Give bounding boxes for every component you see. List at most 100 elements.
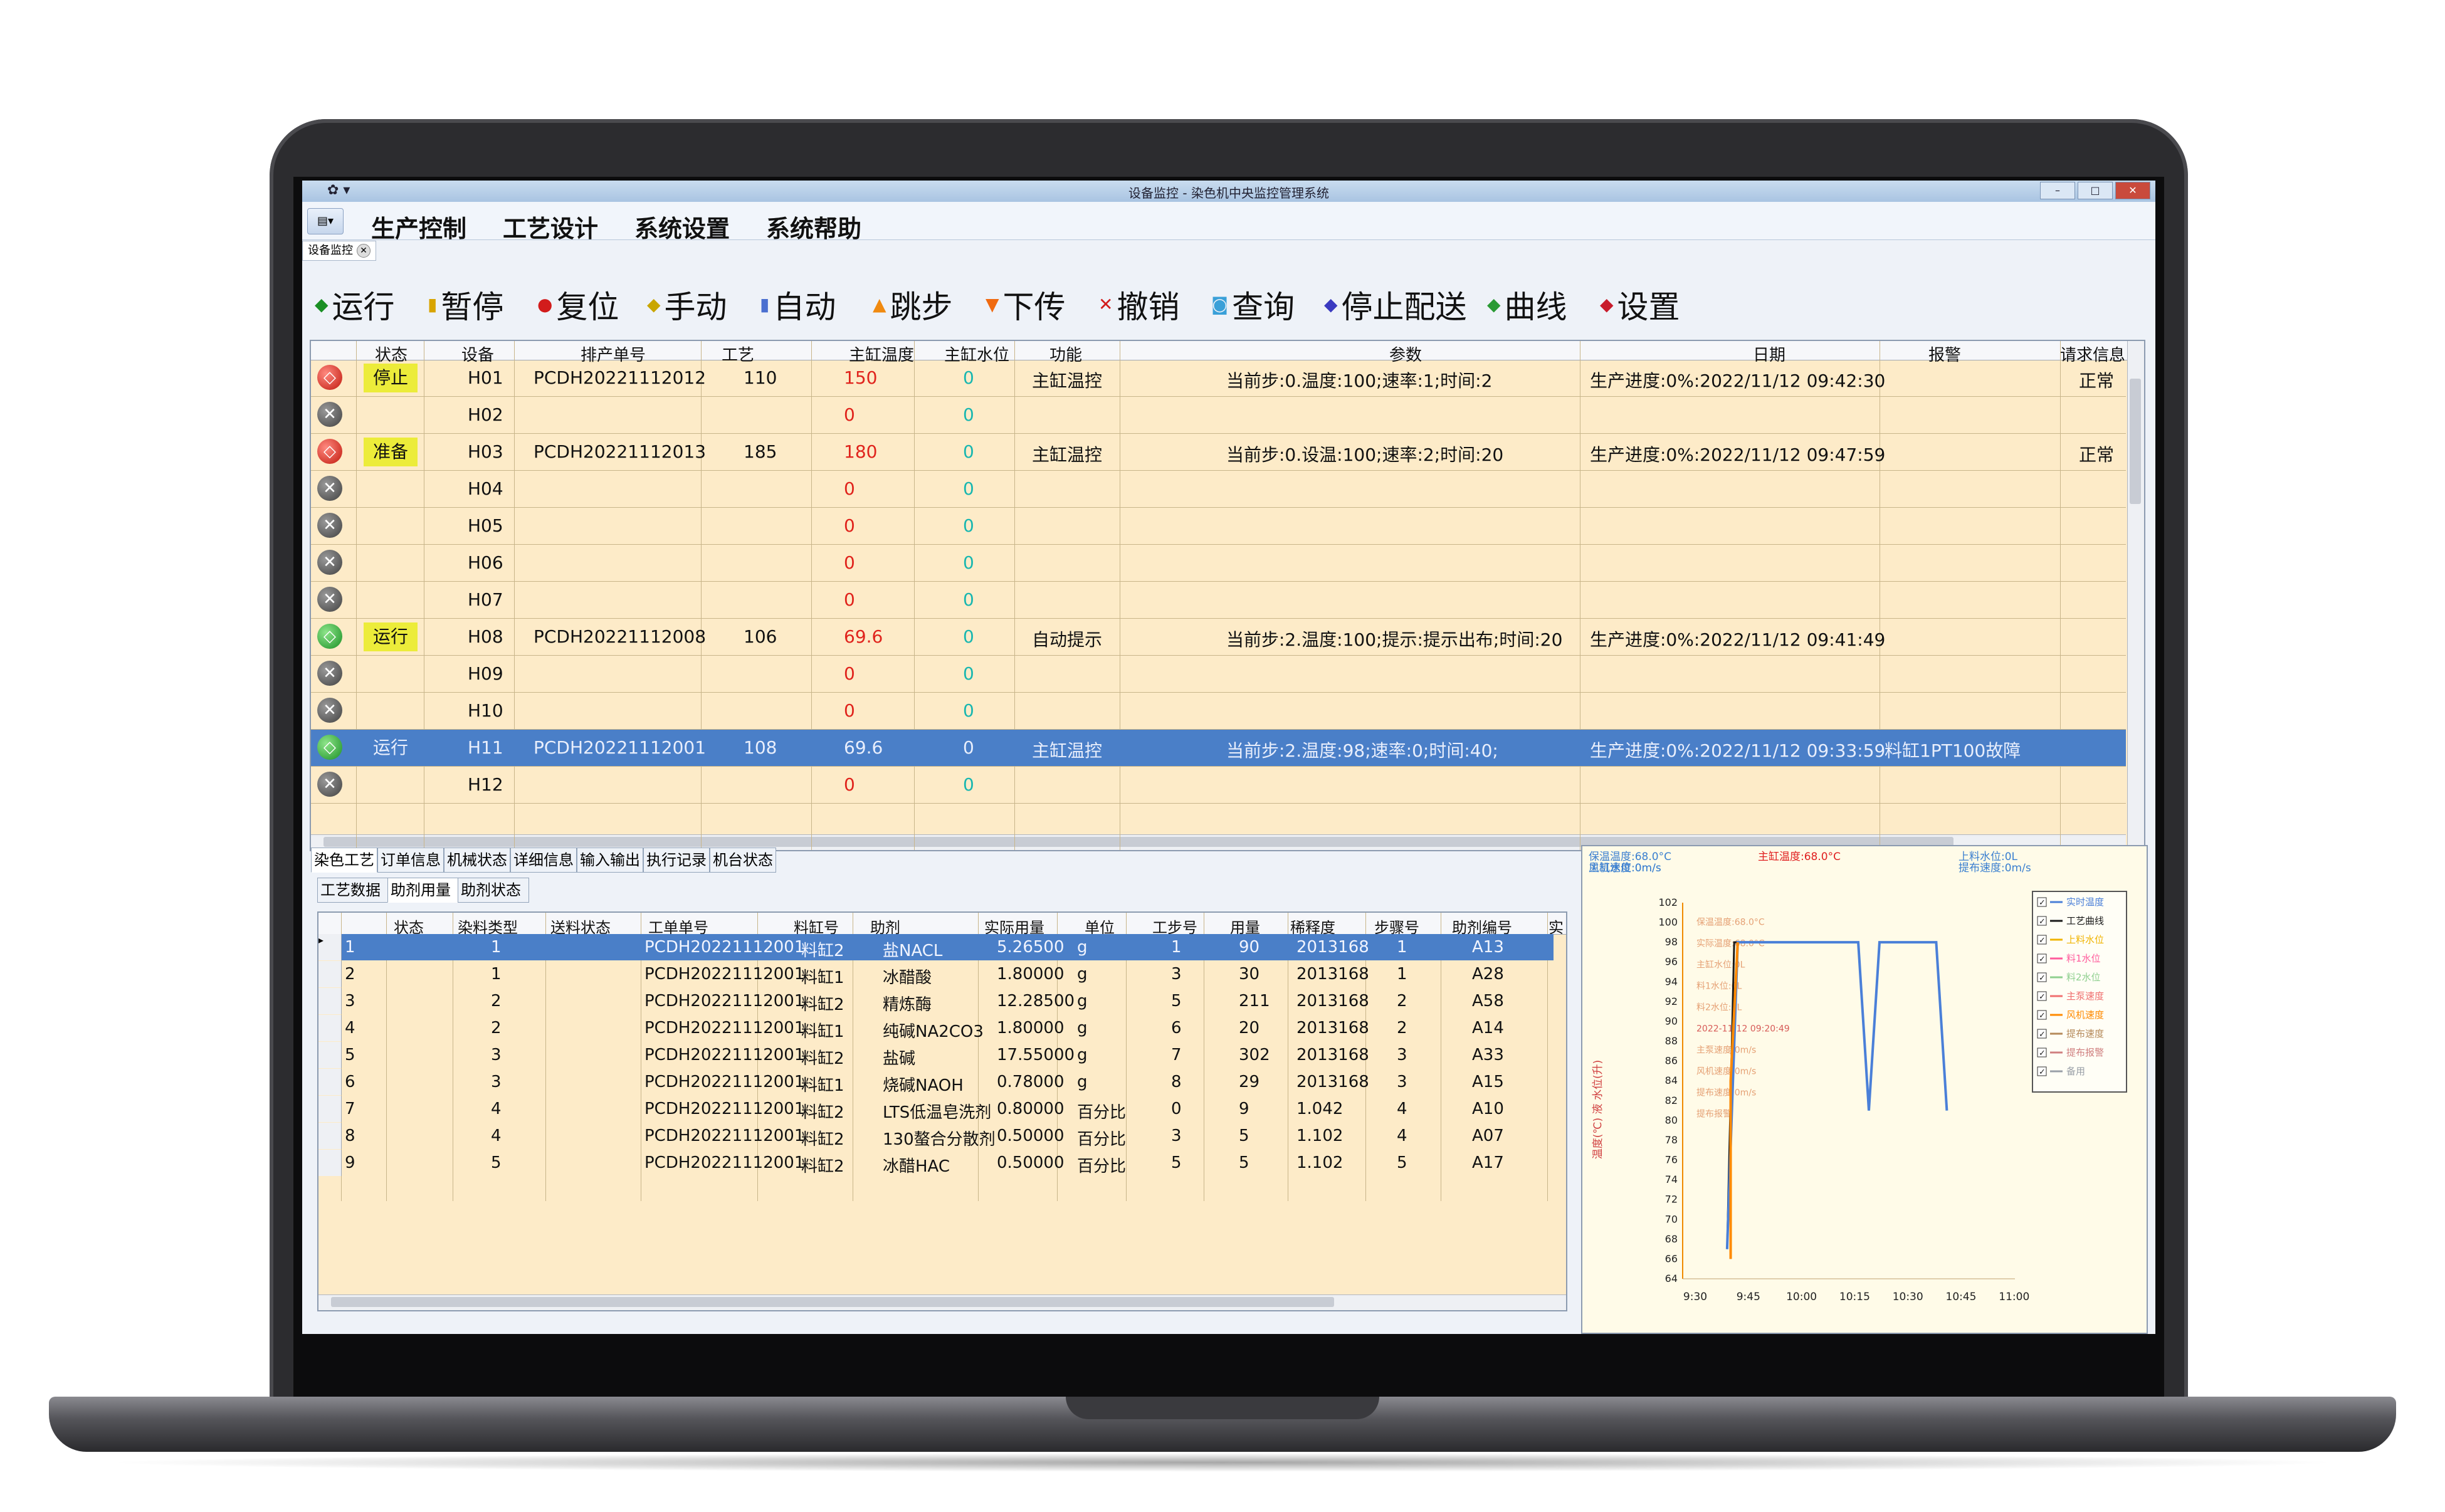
chemical-row[interactable]: 9 5 PCDH20221112001 料缸2 冰醋HAC 0.50000 百分比 5 5 1.1… — [318, 1150, 1554, 1176]
y-tick-label: 100 — [1658, 916, 1678, 928]
y-tick-label: 90 — [1665, 1015, 1678, 1027]
chemical-row[interactable]: 2 1 PCDH20221112001 料缸1 冰醋酸 1.80000 g 3 30 201316… — [318, 961, 1554, 987]
toolbar-auto-button[interactable]: ▮ 自动 — [760, 282, 836, 327]
minimize-icon[interactable]: – — [2040, 182, 2075, 199]
toolbar-query-button[interactable]: ◙ 查询 — [1211, 282, 1295, 327]
machine-row[interactable]: ✕ H10 0 0 — [311, 693, 2126, 730]
level-cell: 0 — [963, 737, 974, 758]
chemical-row[interactable]: ▸ 1 1 PCDH20221112001 料缸2 盐NACL 5.26500 g 1 90 201… — [318, 934, 1554, 960]
toolbar-download-arrow-button[interactable]: ▼ 下传 — [986, 282, 1066, 327]
machine-row[interactable]: ✕ H07 0 0 — [311, 582, 2126, 619]
tab-equipment-monitor[interactable]: 设备监控 ✕ — [302, 241, 376, 261]
row-header[interactable] — [318, 1069, 342, 1095]
chemical-row[interactable]: 7 4 PCDH20221112001 料缸2 LTS低温皂洗剂 0.80000 百分比 0 9… — [318, 1096, 1554, 1122]
vertical-scrollbar[interactable] — [2127, 341, 2144, 850]
chemical-row[interactable]: 6 3 PCDH20221112001 料缸1 烧碱NAOH 0.78000 g 8 29 201… — [318, 1069, 1554, 1095]
chemical-row[interactable]: 3 2 PCDH20221112001 料缸2 精炼酶 12.28500 g 5 211 2013… — [318, 988, 1554, 1014]
menu-process-design[interactable]: 工艺设计 — [503, 209, 598, 244]
level-cell: 0 — [963, 589, 974, 610]
menu-system-help[interactable]: 系统帮助 — [766, 209, 861, 244]
subtab-0[interactable]: 工艺数据 — [317, 878, 389, 903]
temp-cell: 0 — [844, 552, 855, 573]
machine-row[interactable]: ✕ H06 0 0 — [311, 545, 2126, 582]
maximize-icon[interactable]: □ — [2078, 182, 2113, 199]
machine-row[interactable]: ✕ H04 0 0 — [311, 471, 2126, 508]
horizontal-scrollbar[interactable] — [318, 1294, 1566, 1310]
amount-cell: 30 — [1239, 965, 1260, 984]
legend-label: 料1水位 — [2066, 953, 2101, 964]
machine-row[interactable]: ◇ 准备 H03 PCDH20221112013 185 180 0 主缸温控 当前步:0.设温… — [311, 434, 2126, 471]
x-tick-label: 9:45 — [1737, 1291, 1760, 1303]
row-header[interactable]: ▸ — [318, 934, 342, 960]
query-icon: ◙ — [1211, 294, 1229, 315]
menu-production-control[interactable]: 生产控制 — [371, 209, 466, 244]
toolbar-settings-button[interactable]: ◆ 设置 — [1600, 282, 1680, 327]
legend-check-mark: ✓ — [2039, 974, 2046, 983]
tab-0[interactable]: 染色工艺 — [311, 848, 377, 873]
function-cell: 主缸温控 — [1032, 370, 1103, 391]
toolbar-run-button[interactable]: ◆ 运行 — [315, 282, 395, 327]
machine-row[interactable]: ◇ 运行 H11 PCDH20221112001 108 69.6 0 主缸温控 当前步:2.温… — [311, 730, 2126, 767]
unit-cell: g — [1077, 938, 1088, 957]
stop-dispatch-icon: ◆ — [1324, 294, 1338, 315]
status-badge: 运行 — [372, 737, 408, 758]
tab-4[interactable]: 输入输出 — [577, 848, 643, 873]
unit-cell: 百分比 — [1077, 1157, 1127, 1176]
tab-2[interactable]: 机械状态 — [444, 848, 510, 873]
chemical-row[interactable]: 8 4 PCDH20221112001 料缸2 130螯合分散剂 0.50000 百分比 3 5… — [318, 1123, 1554, 1149]
row-header[interactable] — [318, 988, 342, 1014]
chemical-row[interactable]: 5 3 PCDH20221112001 料缸2 盐碱 17.55000 g 7 302 20131… — [318, 1042, 1554, 1068]
order-cell: PCDH20221112001 — [644, 1073, 805, 1091]
y-tick-label: 94 — [1665, 975, 1678, 987]
device-cell: H08 — [468, 626, 503, 647]
machine-row[interactable]: ◇ 运行 H08 PCDH20221112008 106 69.6 0 自动提示 当前步:2.温… — [311, 619, 2126, 656]
toolbar-stop-dispatch-button[interactable]: ◆ 停止配送 — [1324, 282, 1467, 327]
subtab-1[interactable]: 助剂用量 — [387, 878, 459, 903]
machine-row[interactable]: ◇ 停止 H01 PCDH20221112012 110 150 0 主缸温控 当前步:0.温度… — [311, 360, 2126, 397]
tab-6[interactable]: 机台状态 — [710, 848, 776, 873]
order-cell: PCDH20221112001 — [644, 1019, 805, 1037]
subtab-2[interactable]: 助剂状态 — [458, 878, 529, 903]
row-header[interactable] — [318, 961, 342, 987]
dye-type-cell: 2 — [491, 1019, 502, 1037]
close-tab-icon[interactable]: ✕ — [357, 244, 371, 258]
machine-row[interactable]: ✕ H09 0 0 — [311, 656, 2126, 693]
toolbar-cancel-x-button[interactable]: ✕ 撤销 — [1098, 282, 1179, 327]
toolbar-button-label: 暂停 — [441, 289, 504, 325]
machine-row[interactable]: ✕ H02 0 0 — [311, 397, 2126, 434]
app-menu-button[interactable]: ▤▾ — [307, 208, 344, 234]
row-header[interactable] — [318, 1123, 342, 1149]
chemical-row[interactable]: 4 2 PCDH20221112001 料缸1 纯碱NA2CO3 1.80000 g 6 20 2… — [318, 1015, 1554, 1041]
machine-row[interactable]: ✕ H05 0 0 — [311, 508, 2126, 545]
dilution-cell: 2013168 — [1296, 1073, 1369, 1091]
row-number: 9 — [345, 1153, 355, 1172]
machine-row[interactable]: ✕ H12 0 0 — [311, 767, 2126, 804]
row-header[interactable] — [318, 1150, 342, 1176]
scroll-thumb[interactable] — [2130, 379, 2141, 504]
menu-system-settings[interactable]: 系统设置 — [634, 209, 730, 244]
tank-cell: 料缸1 — [801, 1022, 844, 1041]
tab-3[interactable]: 详细信息 — [510, 848, 577, 873]
toolbar-pause-button[interactable]: ▮ 暂停 — [428, 282, 503, 327]
hand-icon: ◆ — [647, 294, 661, 315]
run-icon: ◆ — [315, 294, 329, 315]
toolbar-hand-button[interactable]: ◆ 手动 — [647, 282, 727, 327]
toolbar-reset-button[interactable]: ● 复位 — [537, 282, 619, 327]
toolbar-jump-up-button[interactable]: ▲ 跳步 — [873, 282, 953, 327]
tab-5[interactable]: 执行记录 — [643, 848, 710, 873]
agent-code-cell: A14 — [1472, 1019, 1504, 1037]
step-cell: 1 — [1171, 938, 1182, 957]
toolbar-button-label: 查询 — [1232, 289, 1295, 325]
row-header[interactable] — [318, 1015, 342, 1041]
toolbar-curve-button[interactable]: ◆ 曲线 — [1487, 282, 1567, 327]
step-no-cell: 2 — [1397, 992, 1407, 1011]
row-header[interactable] — [318, 1042, 342, 1068]
legend-check-mark: ✓ — [2039, 992, 2046, 1002]
tab-1[interactable]: 订单信息 — [377, 848, 444, 873]
scroll-thumb[interactable] — [331, 1297, 1334, 1307]
offline-icon: ✕ — [317, 513, 342, 538]
close-icon[interactable]: ✕ — [2115, 182, 2150, 199]
row-header[interactable] — [318, 1096, 342, 1122]
craft-cell: 110 — [744, 367, 777, 388]
legend-check-mark: ✓ — [2039, 1049, 2046, 1058]
